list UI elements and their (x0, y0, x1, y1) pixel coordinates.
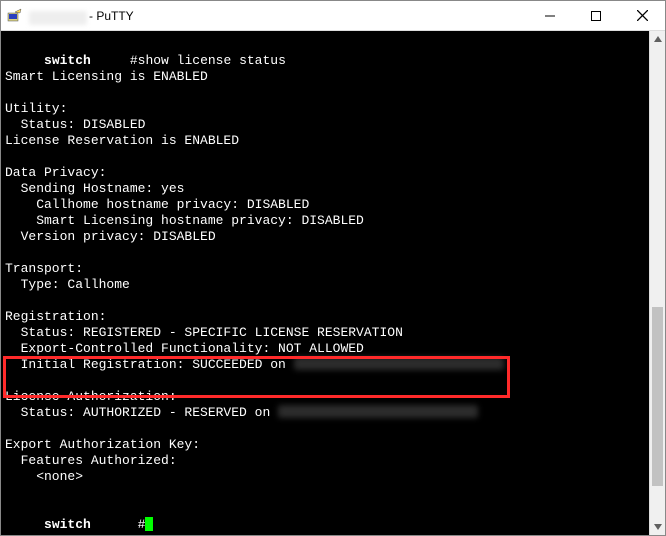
output-line: Sending Hostname: yes (5, 181, 184, 196)
window-title: - PuTTY (89, 9, 134, 23)
output-line: Status: REGISTERED - SPECIFIC LICENSE RE… (5, 325, 403, 340)
output-line: Smart Licensing hostname privacy: DISABL… (5, 213, 364, 228)
terminal-output[interactable]: switch #show license status Smart Licens… (1, 31, 649, 535)
output-line: Features Authorized: (5, 453, 177, 468)
scrollbar-thumb[interactable] (652, 307, 663, 486)
output-line: Transport: (5, 261, 83, 276)
window-titlebar: - PuTTY (1, 1, 665, 31)
terminal-area: switch #show license status Smart Licens… (1, 31, 665, 535)
window-controls (527, 1, 665, 30)
prompt-symbol: # (138, 517, 146, 532)
output-line: Status: DISABLED (5, 117, 145, 132)
putty-icon (7, 8, 23, 24)
minimize-button[interactable] (527, 1, 573, 30)
prompt-host: switch (44, 53, 91, 68)
redacted-text (294, 357, 504, 370)
output-line: <none> (5, 469, 83, 484)
prompt-host: switch (44, 517, 91, 532)
close-button[interactable] (619, 1, 665, 30)
output-line: Initial Registration: SUCCEEDED on (5, 357, 504, 372)
output-line: Smart Licensing is ENABLED (5, 69, 208, 84)
terminal-cursor (145, 517, 153, 531)
scroll-down-button[interactable] (650, 519, 665, 535)
title-redacted (29, 11, 87, 25)
vertical-scrollbar[interactable] (649, 31, 665, 535)
output-line: Utility: (5, 101, 67, 116)
output-line: Data Privacy: (5, 165, 106, 180)
output-line: Type: Callhome (5, 277, 130, 292)
prompt-line: switch # (5, 517, 153, 532)
prompt-symbol: # (130, 53, 138, 68)
scroll-up-button[interactable] (650, 31, 665, 47)
output-line: Status: AUTHORIZED - RESERVED on (5, 405, 478, 420)
output-line: Export Authorization Key: (5, 437, 200, 452)
output-line: switch #show license status (5, 53, 286, 68)
output-line: License Authorization: (5, 389, 177, 404)
output-line: Registration: (5, 309, 106, 324)
command-text: show license status (138, 53, 286, 68)
output-line: Callhome hostname privacy: DISABLED (5, 197, 309, 212)
maximize-button[interactable] (573, 1, 619, 30)
scrollbar-track[interactable] (650, 47, 665, 519)
output-line: Version privacy: DISABLED (5, 229, 216, 244)
output-line: Export-Controlled Functionality: NOT ALL… (5, 341, 364, 356)
redacted-text (278, 405, 478, 418)
output-line: License Reservation is ENABLED (5, 133, 239, 148)
